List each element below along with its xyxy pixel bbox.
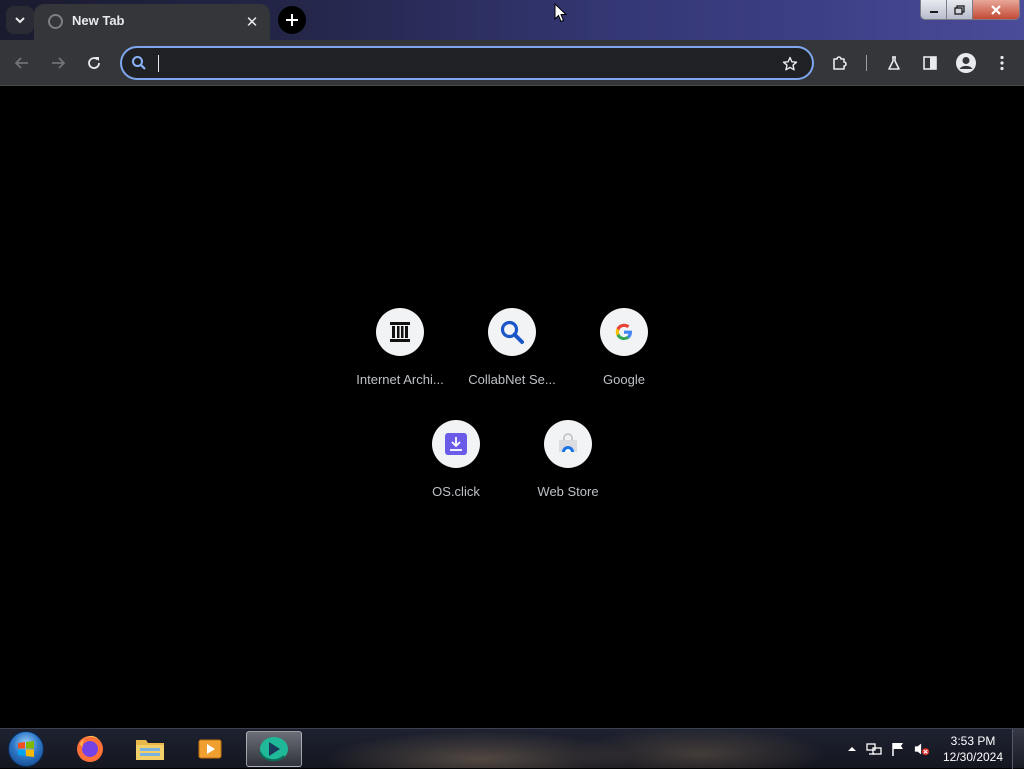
mouse-cursor-icon xyxy=(554,3,568,23)
shortcut-label: Google xyxy=(603,372,645,387)
restore-icon xyxy=(954,4,965,15)
search-icon xyxy=(128,53,150,73)
system-clock[interactable]: 3:53 PM 12/30/2024 xyxy=(938,733,1008,765)
shortcut-collabnet[interactable]: CollabNet Se... xyxy=(456,308,568,408)
shortcut-web-store[interactable]: Web Store xyxy=(512,420,624,520)
start-button[interactable] xyxy=(6,730,46,768)
network-icon xyxy=(866,743,882,755)
star-icon xyxy=(782,56,798,71)
arrow-left-icon xyxy=(14,57,28,69)
web-store-icon xyxy=(559,433,577,452)
shortcut-label: CollabNet Se... xyxy=(468,372,556,387)
tray-network[interactable] xyxy=(866,741,882,757)
shortcut-os-click[interactable]: OS.click xyxy=(400,420,512,520)
clock-time: 3:53 PM xyxy=(950,734,996,748)
media-player-icon xyxy=(198,739,222,759)
file-explorer-icon xyxy=(136,740,164,760)
tray-volume[interactable] xyxy=(914,741,930,757)
shortcut-google[interactable]: Google xyxy=(568,308,680,408)
plus-icon xyxy=(286,14,298,26)
tab-search-button[interactable] xyxy=(6,6,34,34)
avatar-icon xyxy=(956,53,976,73)
taskbar-browser[interactable] xyxy=(246,731,302,767)
minimize-icon xyxy=(929,10,938,13)
download-icon xyxy=(445,433,467,455)
close-window-button[interactable] xyxy=(973,0,1019,19)
taskbar: 3:53 PM 12/30/2024 xyxy=(0,728,1024,769)
shortcut-label: OS.click xyxy=(432,484,480,499)
chevron-up-icon xyxy=(848,747,856,751)
extensions-button[interactable] xyxy=(826,49,854,77)
search-magnifier-icon xyxy=(500,320,524,344)
taskbar-file-explorer[interactable] xyxy=(122,731,178,767)
toolbar-separator xyxy=(866,55,867,71)
window-controls xyxy=(920,0,1020,20)
side-panel-button[interactable] xyxy=(916,49,944,77)
minimize-button[interactable] xyxy=(921,0,947,19)
browser-icon xyxy=(259,737,288,762)
google-g-icon xyxy=(615,323,632,340)
tab-close-button[interactable]: ✕ xyxy=(242,12,262,32)
labs-button[interactable] xyxy=(880,49,908,77)
restore-button[interactable] xyxy=(947,0,973,19)
shortcut-internet-archive[interactable]: Internet Archi... xyxy=(344,308,456,408)
tray-overflow-button[interactable] xyxy=(844,741,860,757)
firefox-icon xyxy=(77,735,103,762)
taskbar-media-player[interactable] xyxy=(182,731,238,767)
volume-muted-icon xyxy=(914,743,930,756)
reload-button[interactable] xyxy=(80,49,108,77)
tab-new-tab[interactable]: New Tab ✕ xyxy=(34,4,270,40)
show-desktop-button[interactable] xyxy=(1012,729,1024,769)
tab-title: New Tab xyxy=(72,13,125,28)
taskbar-firefox[interactable] xyxy=(62,731,118,767)
archive-temple-icon xyxy=(390,322,410,342)
back-button[interactable] xyxy=(8,49,36,77)
new-tab-button[interactable] xyxy=(278,6,306,34)
shortcut-label: Internet Archi... xyxy=(356,372,444,387)
clock-date: 12/30/2024 xyxy=(942,750,1004,764)
side-panel-icon xyxy=(923,56,937,70)
shortcut-label: Web Store xyxy=(537,484,599,499)
kebab-menu-icon xyxy=(1000,55,1004,71)
bookmark-star-button[interactable] xyxy=(780,54,800,74)
menu-button[interactable] xyxy=(988,49,1016,77)
profile-button[interactable] xyxy=(952,49,980,77)
flask-icon xyxy=(888,56,900,70)
flag-icon xyxy=(892,743,903,756)
puzzle-piece-icon xyxy=(833,56,847,70)
title-bar: New Tab ✕ xyxy=(0,0,1024,40)
forward-button[interactable] xyxy=(44,49,72,77)
close-icon xyxy=(991,4,1001,15)
tray-action-center[interactable] xyxy=(890,741,906,757)
reload-icon xyxy=(88,57,100,69)
browser-toolbar xyxy=(0,40,1024,86)
arrow-right-icon xyxy=(52,57,66,69)
tab-favicon-icon xyxy=(48,14,63,29)
windows-logo-icon xyxy=(8,731,44,767)
address-input[interactable] xyxy=(156,52,776,76)
chevron-down-icon xyxy=(15,17,25,24)
text-caret xyxy=(158,55,159,72)
address-bar[interactable] xyxy=(120,46,814,80)
